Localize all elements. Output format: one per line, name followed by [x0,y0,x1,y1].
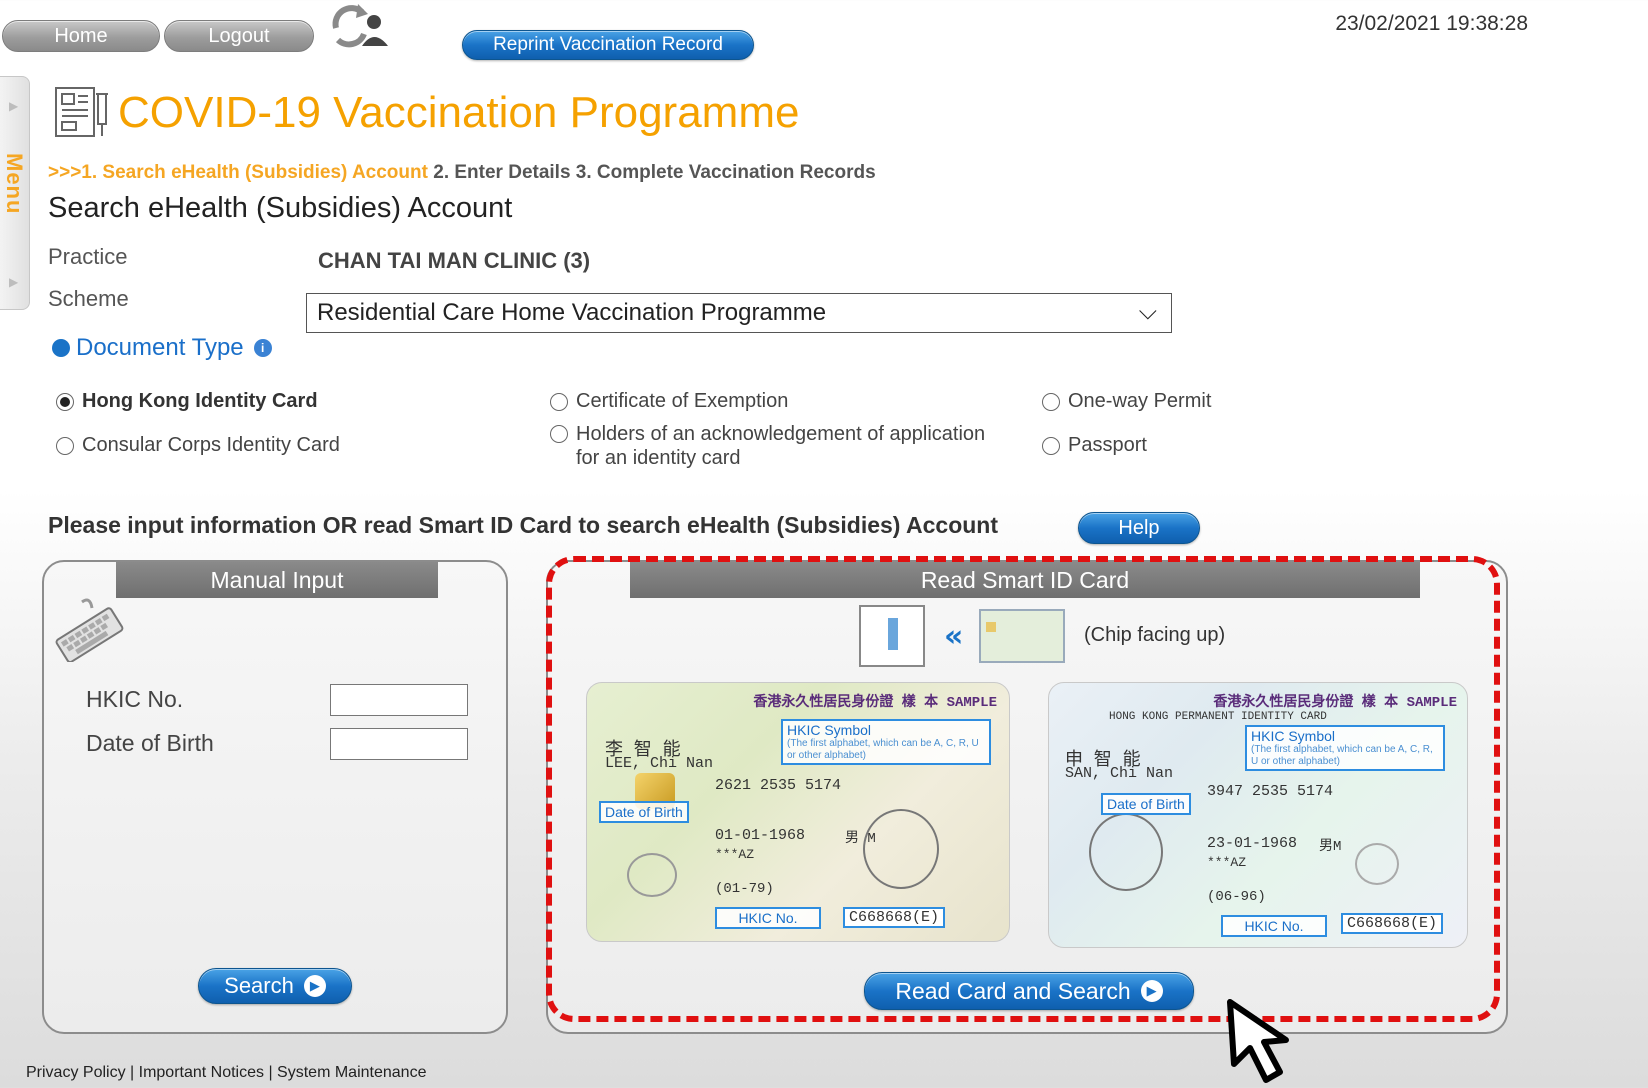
highlight-dashed-border [546,556,1500,1022]
doctype-ack-label: Holders of an acknowledgement of applica… [576,423,986,469]
side-menu-tab[interactable]: ▶ Menu ▶ [0,76,30,310]
mouse-cursor-icon [1226,998,1318,1088]
arrow-right-icon: ▶ [303,975,326,997]
section-title: Search eHealth (Subsidies) Account [48,192,513,224]
radio-icon[interactable] [1042,437,1060,455]
help-button[interactable]: Help [1078,512,1200,544]
keyboard-icon [52,598,128,664]
radio-icon[interactable] [550,393,568,411]
info-icon[interactable]: i [253,339,272,357]
practice-label: Practice [48,244,128,269]
menu-label: Menu [2,153,27,215]
radio-icon[interactable] [550,425,568,443]
doctype-acknowledgement[interactable]: Holders of an acknowledgement of applica… [550,422,985,470]
hkic-no-label: HKIC No. [86,686,184,712]
radio-icon[interactable] [56,437,74,455]
doctype-passport-label: Passport [1068,434,1147,456]
menu-arrow-icon: ▶ [9,99,19,113]
radio-icon[interactable] [1042,393,1060,411]
bullet-icon [52,339,70,357]
date-of-birth-input[interactable] [330,728,468,760]
home-button[interactable]: Home [2,20,160,52]
search-button-label: Search [224,973,294,998]
page-title: COVID-19 Vaccination Programme [118,88,800,137]
datetime: 23/02/2021 19:38:28 [1335,12,1528,35]
step-current: >>>1. Search eHealth (Subsidies) Account [48,162,428,183]
doctype-consular-corps[interactable]: Consular Corps Identity Card [56,434,340,457]
scheme-select[interactable]: Residential Care Home Vaccination Progra… [306,293,1172,333]
vaccination-record-icon [54,84,114,140]
step-rest: 2. Enter Details 3. Complete Vaccination… [427,162,876,183]
radio-selected-icon[interactable] [56,393,74,411]
instruction-text: Please input information OR read Smart I… [48,512,999,538]
doctype-consular-label: Consular Corps Identity Card [82,434,340,456]
step-breadcrumb: >>>1. Search eHealth (Subsidies) Account… [48,162,876,184]
manual-input-title: Manual Input [116,562,438,598]
doctype-certificate-of-exemption[interactable]: Certificate of Exemption [550,390,788,413]
doctype-coe-label: Certificate of Exemption [576,390,789,412]
doctype-one-way-permit[interactable]: One-way Permit [1042,390,1211,413]
footer-links[interactable]: Privacy Policy | Important Notices | Sys… [26,1064,426,1082]
logout-button[interactable]: Logout [164,20,314,52]
doctype-owp-label: One-way Permit [1068,390,1212,412]
user-refresh-icon[interactable] [326,0,394,50]
scheme-label: Scheme [48,286,129,311]
reprint-vaccination-record-button[interactable]: Reprint Vaccination Record [462,30,754,60]
date-of-birth-label: Date of Birth [86,730,214,756]
menu-arrow-icon: ▶ [9,275,19,289]
document-type-label: Document Type [76,334,244,361]
chevron-down-icon: ⌵ [1138,298,1157,325]
search-button[interactable]: Search ▶ [198,968,352,1004]
doctype-passport[interactable]: Passport [1042,434,1147,457]
practice-value: CHAN TAI MAN CLINIC (3) [318,248,591,273]
hkic-no-input[interactable] [330,684,468,716]
scheme-selected-value: Residential Care Home Vaccination Progra… [317,299,827,326]
document-type-heading: Document Type i [52,334,272,362]
doctype-hkic[interactable]: Hong Kong Identity Card [56,390,318,413]
doctype-hkic-label: Hong Kong Identity Card [82,390,318,412]
